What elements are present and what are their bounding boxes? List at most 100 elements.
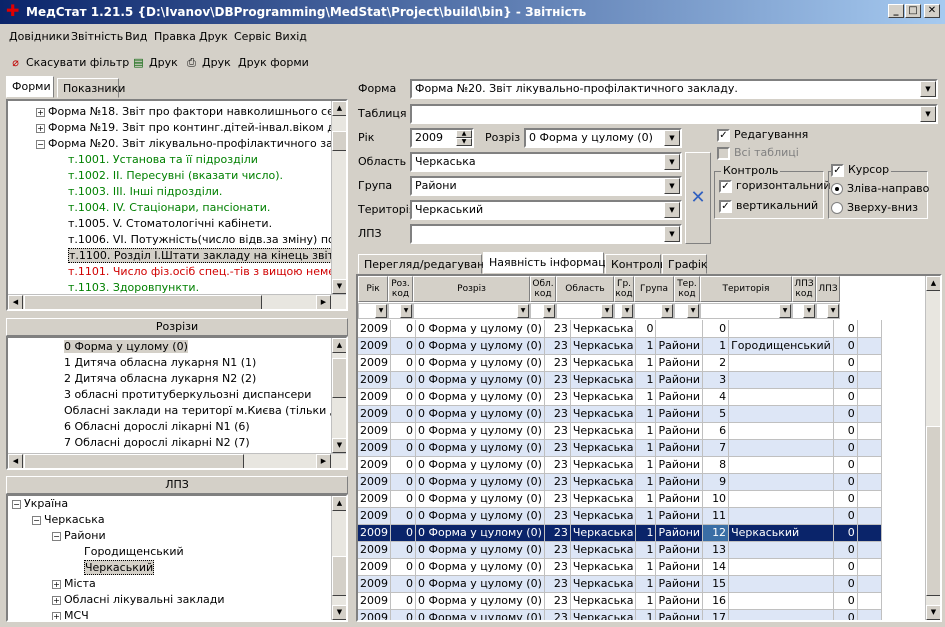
- table-cell[interactable]: 0: [833, 473, 858, 491]
- table-cell[interactable]: 0: [833, 558, 858, 576]
- table-row[interactable]: 2009 0 0 Форма у цулому (0) 23 Черкаська 1 Рай…: [358, 337, 882, 355]
- table-cell[interactable]: 1: [635, 524, 657, 542]
- table-cell[interactable]: 0 Форма у цулому (0): [415, 439, 545, 457]
- table-cell[interactable]: 7: [702, 439, 730, 457]
- table-cell[interactable]: [857, 473, 882, 491]
- rozriz-item[interactable]: 1 Дитяча обласна лукарня N1 (1): [64, 355, 256, 371]
- rik-spinner[interactable]: 2009 ▲ ▼: [410, 128, 474, 148]
- table-cell[interactable]: 10: [702, 490, 730, 508]
- lpz-tree-item[interactable]: − Черкаська: [32, 512, 105, 528]
- table-cell[interactable]: 0 Форма у цулому (0): [415, 320, 545, 338]
- table-cell[interactable]: Райони: [655, 558, 704, 576]
- table-cell[interactable]: Райони: [655, 456, 704, 474]
- table-cell[interactable]: 16: [702, 592, 730, 610]
- cancel-filter-button[interactable]: ⌀ Скасувати фільтр: [9, 56, 129, 69]
- tab-graph[interactable]: Графік: [662, 254, 708, 274]
- table-cell[interactable]: 1: [635, 439, 657, 457]
- table-cell[interactable]: [728, 320, 834, 338]
- table-cell[interactable]: Райони: [655, 371, 704, 389]
- table-cell[interactable]: 1: [635, 609, 657, 620]
- table-cell[interactable]: [857, 456, 882, 474]
- table-cell[interactable]: 23: [544, 507, 571, 525]
- table-cell[interactable]: [857, 354, 882, 372]
- table-cell[interactable]: 0 Форма у цулому (0): [415, 405, 545, 423]
- minimize-button[interactable]: _: [888, 4, 904, 18]
- grid-filter-dropdown[interactable]: ▼: [556, 303, 614, 319]
- forms-tree-item[interactable]: т.1001. Установа та її підрозділи: [68, 152, 258, 168]
- table-cell[interactable]: 0 Форма у цулому (0): [415, 541, 545, 559]
- table-row[interactable]: 2009 0 0 Форма у цулому (0) 23 Черкаська 1 Рай…: [358, 541, 882, 559]
- collapse-icon[interactable]: −: [12, 499, 21, 509]
- table-cell[interactable]: 1: [635, 405, 657, 423]
- table-cell[interactable]: 0: [390, 490, 416, 508]
- table-cell[interactable]: 2009: [358, 507, 391, 525]
- table-cell[interactable]: 2009: [358, 490, 391, 508]
- top-down-radio[interactable]: Зверху-вниз: [831, 201, 918, 214]
- table-cell[interactable]: 0: [833, 371, 858, 389]
- lpz-tree-item[interactable]: − Райони: [52, 528, 106, 544]
- rozriz-item[interactable]: 3 обласні протитуберкульозні диспансери: [64, 387, 311, 403]
- maximize-button[interactable]: □: [905, 4, 921, 18]
- all-tables-checkbox[interactable]: Всі таблиці: [717, 146, 799, 160]
- grid-filter-dropdown[interactable]: ▼: [816, 303, 840, 319]
- table-cell[interactable]: [728, 371, 834, 389]
- menu-zvitnist[interactable]: Звітність: [71, 30, 123, 43]
- table-cell[interactable]: 23: [544, 558, 571, 576]
- expand-icon[interactable]: +: [52, 579, 61, 589]
- table-cell[interactable]: 2009: [358, 337, 391, 355]
- grid-header-cell[interactable]: ЛПЗ код: [792, 276, 816, 302]
- table-cell[interactable]: [728, 354, 834, 372]
- table-cell[interactable]: 0 Форма у цулому (0): [415, 371, 545, 389]
- table-cell[interactable]: 8: [702, 456, 730, 474]
- grid-header-cell[interactable]: Гр. код: [614, 276, 634, 302]
- forms-tree-item[interactable]: т.1006. VI. Потужність(число відв.за змі…: [68, 232, 346, 248]
- table-cell[interactable]: Райони: [655, 405, 704, 423]
- table-cell[interactable]: 0 Форма у цулому (0): [415, 609, 545, 620]
- menu-dovidnyky[interactable]: Довідники: [9, 30, 70, 43]
- table-cell[interactable]: [728, 405, 834, 423]
- forms-tree-item[interactable]: т.1002. II. Пересувні (вказати число).: [68, 168, 283, 184]
- table-cell[interactable]: 0: [833, 337, 858, 355]
- grupa-combo[interactable]: Райони ▼: [410, 176, 682, 196]
- grid-header-cell[interactable]: Обл. код: [530, 276, 556, 302]
- table-row[interactable]: 2009 0 0 Форма у цулому (0) 23 Черкаська 1 Рай…: [358, 592, 882, 610]
- table-cell[interactable]: 11: [702, 507, 730, 525]
- table-cell[interactable]: 14: [702, 558, 730, 576]
- table-cell[interactable]: Городищенський: [728, 337, 834, 355]
- table-cell[interactable]: 0: [833, 422, 858, 440]
- collapse-icon[interactable]: −: [36, 139, 45, 149]
- expand-icon[interactable]: +: [52, 595, 61, 605]
- table-cell[interactable]: Райони: [655, 575, 704, 593]
- rozriz-item[interactable]: 6 Обласні дорослі лікарні N1 (6): [64, 419, 250, 435]
- table-cell[interactable]: 0 Форма у цулому (0): [415, 388, 545, 406]
- table-cell[interactable]: [857, 609, 882, 620]
- rozriz-item[interactable]: Обласні заклади на територї м.Києва (тіл…: [64, 403, 331, 419]
- rozrizy-hscroll[interactable]: ◀ ▶: [8, 453, 346, 468]
- table-cell[interactable]: 0: [702, 320, 730, 338]
- table-cell[interactable]: 23: [544, 405, 571, 423]
- grid-header-cell[interactable]: Тер. код: [674, 276, 700, 302]
- table-cell[interactable]: 2009: [358, 592, 391, 610]
- rozriz-item[interactable]: 0 Форма у цулому (0): [64, 339, 188, 355]
- table-cell[interactable]: 0: [833, 439, 858, 457]
- expand-icon[interactable]: +: [36, 123, 45, 133]
- collapse-icon[interactable]: −: [52, 531, 61, 541]
- table-cell[interactable]: [857, 524, 882, 542]
- table-cell[interactable]: [857, 320, 882, 338]
- forms-tree-hscroll[interactable]: ◀ ▶: [8, 294, 346, 309]
- table-cell[interactable]: 2009: [358, 439, 391, 457]
- table-cell[interactable]: 0: [390, 473, 416, 491]
- table-cell[interactable]: 0: [390, 422, 416, 440]
- table-cell[interactable]: [728, 473, 834, 491]
- table-cell[interactable]: 0: [833, 354, 858, 372]
- table-cell[interactable]: 1: [635, 337, 657, 355]
- table-cell[interactable]: [728, 388, 834, 406]
- table-cell[interactable]: 0: [833, 507, 858, 525]
- table-cell[interactable]: 12: [702, 524, 730, 542]
- lpz-tree-item[interactable]: + Обласні лікувальні заклади: [52, 592, 225, 608]
- menu-druk[interactable]: Друк: [199, 30, 228, 43]
- menu-vyd[interactable]: Вид: [125, 30, 147, 43]
- table-cell[interactable]: 0: [390, 337, 416, 355]
- lpz-tree-item[interactable]: Черкаський: [72, 560, 155, 576]
- table-cell[interactable]: [857, 405, 882, 423]
